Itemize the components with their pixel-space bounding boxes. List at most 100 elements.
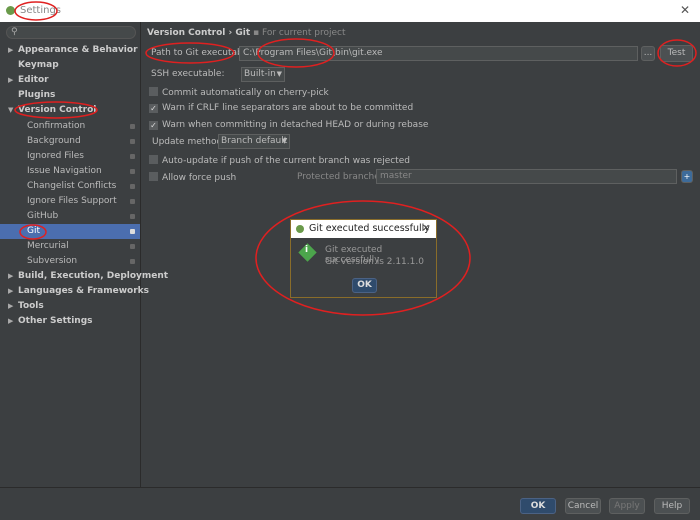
sidebar-item-changelist-conflicts[interactable]: Changelist Conflicts: [0, 179, 140, 194]
project-icon: [130, 244, 135, 249]
info-icon-glyph: i: [305, 245, 309, 255]
label: Commit automatically on cherry-pick: [162, 88, 329, 98]
sidebar-item-build[interactable]: ▶ Build, Execution, Deployment: [0, 269, 168, 284]
sidebar-item-issue-navigation[interactable]: Issue Navigation: [0, 164, 140, 179]
project-icon: [130, 199, 135, 204]
app-icon: [296, 225, 304, 233]
footer: OK Cancel Apply Help: [0, 487, 700, 520]
expand-icon: ▶: [8, 76, 14, 84]
label: Languages & Frameworks: [18, 286, 150, 296]
expand-icon: ▶: [8, 272, 14, 280]
expand-icon: ▶: [8, 302, 14, 310]
sidebar-item-background[interactable]: Background: [0, 134, 140, 149]
git-path-input[interactable]: C:\Program Files\Git\bin\git.exe: [239, 46, 638, 61]
protected-branches-label: Protected branches:: [297, 172, 388, 182]
sidebar-item-subversion[interactable]: Subversion: [0, 254, 140, 269]
project-icon: [130, 169, 135, 174]
project-icon: ▪: [253, 28, 260, 38]
sidebar-item-appearance[interactable]: ▶ Appearance & Behavior: [0, 43, 140, 58]
label: Warn if CRLF line separators are about t…: [162, 103, 414, 113]
sidebar-item-plugins[interactable]: Plugins: [0, 88, 140, 103]
label: Background: [27, 136, 81, 146]
label: Confirmation: [27, 121, 86, 131]
scope-label: For current project: [262, 28, 346, 38]
sidebar-item-languages[interactable]: ▶ Languages & Frameworks: [0, 284, 149, 299]
checkmark-icon: ✓: [149, 121, 158, 130]
label: Auto-update if push of the current branc…: [162, 156, 410, 166]
label: Ignore Files Support: [27, 196, 117, 206]
test-button[interactable]: Test: [660, 45, 693, 62]
sidebar-item-git[interactable]: Git: [0, 224, 140, 239]
label: Subversion: [27, 256, 78, 266]
sidebar-item-ignore-files-support[interactable]: Ignore Files Support: [0, 194, 140, 209]
sidebar-item-ignored-files[interactable]: Ignored Files: [0, 149, 140, 164]
git-success-dialog: Git executed successfully ✕ i Git execut…: [290, 219, 437, 298]
project-icon: [130, 124, 135, 129]
dialog-title: Git executed successfully: [309, 223, 430, 234]
dialog-title-bar: Git executed successfully ✕: [291, 220, 436, 238]
sidebar-item-editor[interactable]: ▶ Editor: [0, 73, 140, 88]
sidebar-item-mercurial[interactable]: Mercurial: [0, 239, 140, 254]
cancel-button[interactable]: Cancel: [565, 498, 601, 514]
label: Plugins: [18, 90, 56, 100]
search-input[interactable]: ⚲: [6, 26, 136, 39]
window-title: Settings: [20, 5, 62, 16]
protected-branches-input[interactable]: master: [376, 169, 677, 184]
label: Changelist Conflicts: [27, 181, 117, 191]
add-branch-icon[interactable]: +: [681, 170, 693, 183]
label: Build, Execution, Deployment: [18, 271, 169, 281]
checkbox-unchecked: [149, 155, 158, 164]
checkbox-unchecked: [149, 172, 158, 181]
expand-icon: ▶: [8, 287, 14, 295]
sidebar-item-other-settings[interactable]: ▶ Other Settings: [0, 314, 140, 329]
apply-button[interactable]: Apply: [609, 498, 645, 514]
commit-auto-checkbox[interactable]: Commit automatically on cherry-pick: [149, 87, 329, 98]
update-method-select[interactable]: Branch default ▼: [218, 134, 290, 149]
search-icon: ⚲: [11, 27, 18, 37]
update-method-value: Branch default: [221, 136, 288, 146]
chevron-down-icon: ▼: [281, 137, 287, 145]
checkmark-icon: ✓: [149, 104, 158, 113]
project-icon: [130, 214, 135, 219]
ssh-label: SSH executable:: [151, 69, 225, 79]
project-icon: [130, 259, 135, 264]
force-push-checkbox[interactable]: Allow force push: [149, 172, 236, 183]
collapse-icon: ▼: [8, 106, 14, 114]
close-window-button[interactable]: ✕: [680, 3, 690, 17]
label: GitHub: [27, 211, 59, 221]
label: Git: [27, 226, 41, 236]
dialog-message-line2: Git version is 2.11.1.0: [325, 257, 424, 267]
project-icon: [130, 184, 135, 189]
ok-button[interactable]: OK: [520, 498, 556, 514]
label: Editor: [18, 75, 49, 85]
ssh-select[interactable]: Built-in ▼: [241, 67, 285, 82]
sidebar: ⚲ ▶ Appearance & Behavior Keymap ▶ Editor …: [0, 22, 168, 487]
project-icon: [130, 229, 135, 234]
warn-detached-checkbox[interactable]: ✓ Warn when committing in detached HEAD o…: [149, 120, 428, 130]
sidebar-item-keymap[interactable]: Keymap: [0, 58, 140, 73]
dialog-ok-button[interactable]: OK: [352, 278, 377, 293]
checkbox-unchecked: [149, 87, 158, 96]
dialog-close-button[interactable]: ✕: [422, 220, 430, 238]
sidebar-item-tools[interactable]: ▶ Tools: [0, 299, 140, 314]
help-button[interactable]: Help: [654, 498, 690, 514]
label: Version Control: [18, 105, 97, 115]
sidebar-item-confirmation[interactable]: Confirmation: [0, 119, 140, 134]
auto-update-checkbox[interactable]: Auto-update if push of the current branc…: [149, 155, 410, 166]
chevron-down-icon: ▼: [276, 70, 282, 78]
breadcrumb: Version Control › Git ▪ For current proj…: [147, 28, 346, 38]
sidebar-item-version-control[interactable]: ▼ Version Control: [0, 103, 140, 118]
label: Other Settings: [18, 316, 93, 326]
label: Allow force push: [162, 173, 237, 183]
breadcrumb-text: Version Control › Git: [147, 28, 251, 38]
label: Keymap: [18, 60, 59, 70]
expand-icon: ▶: [8, 317, 14, 325]
sidebar-item-github[interactable]: GitHub: [0, 209, 140, 224]
project-icon: [130, 154, 135, 159]
label: Mercurial: [27, 241, 69, 251]
warn-crlf-checkbox[interactable]: ✓ Warn if CRLF line separators are about …: [149, 103, 413, 113]
expand-icon: ▶: [8, 46, 14, 54]
browse-button[interactable]: ...: [641, 46, 655, 61]
label: Issue Navigation: [27, 166, 102, 176]
label: Tools: [18, 301, 44, 311]
